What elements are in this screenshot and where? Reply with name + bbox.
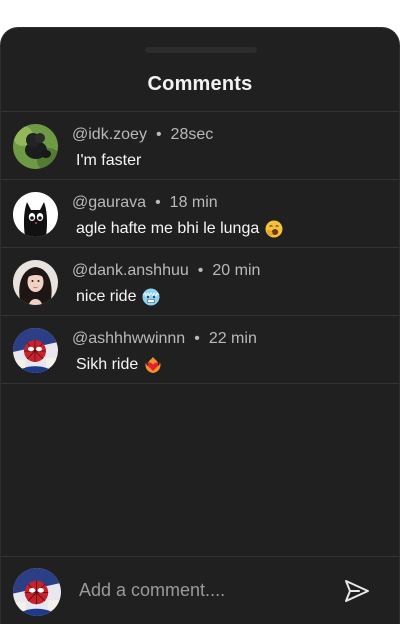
comment-text: Sikh ride (76, 356, 139, 373)
avatar[interactable] (13, 124, 58, 169)
comment-username[interactable]: @gaurava (72, 194, 146, 211)
send-button[interactable] (343, 577, 371, 605)
comment-username[interactable]: @ashhhwwinnn (72, 330, 185, 347)
send-icon (343, 577, 371, 605)
comment-composer (1, 556, 399, 624)
comment-time: 28sec (170, 126, 214, 143)
comment-meta: @dank.anshhuu • 20 min (72, 262, 260, 280)
comment-input[interactable] (79, 577, 319, 603)
comment-item: @idk.zoey • 28sec I'm faster (1, 112, 399, 180)
comment-meta: @idk.zoey • 28sec (72, 126, 213, 144)
avatar[interactable] (13, 328, 58, 373)
comment-text-row: nice ride (76, 288, 160, 306)
heart-on-fire-icon (144, 356, 162, 374)
comment-time: 22 min (208, 330, 257, 347)
comment-text-row: agle hafte me bhi le lunga (76, 220, 283, 238)
comment-username[interactable]: @dank.anshhuu (72, 262, 189, 279)
separator-dot: • (155, 194, 161, 211)
comment-item: @dank.anshhuu • 20 min nice ride (1, 248, 399, 316)
comment-time: 20 min (212, 262, 261, 279)
separator-dot: • (194, 330, 200, 347)
avatar[interactable] (13, 260, 58, 305)
comment-text: agle hafte me bhi le lunga (76, 220, 260, 237)
current-user-avatar[interactable] (13, 568, 61, 616)
page-title: Comments (147, 73, 253, 95)
comments-sheet: Comments @idk.zoey • 28sec I'm faster @g… (0, 27, 400, 624)
comment-text-row: Sikh ride (76, 356, 162, 374)
comment-time: 18 min (169, 194, 218, 211)
avatar[interactable] (13, 192, 58, 237)
comment-item: @ashhhwwinnn • 22 min Sikh ride (1, 316, 399, 384)
cold-face-icon (142, 288, 160, 306)
comment-item: @gaurava • 18 min agle hafte me bhi le lun… (1, 180, 399, 248)
comment-text-row: I'm faster (76, 152, 141, 170)
drag-handle[interactable] (145, 47, 257, 53)
comment-username[interactable]: @idk.zoey (72, 126, 147, 143)
comment-meta: @gaurava • 18 min (72, 194, 218, 212)
comment-divider (1, 383, 399, 384)
comment-meta: @ashhhwwinnn • 22 min (72, 330, 257, 348)
separator-dot: • (197, 262, 204, 279)
yawning-face-icon (265, 220, 283, 238)
comment-text: I'm faster (76, 152, 142, 169)
separator-dot: • (155, 126, 162, 143)
comment-text: nice ride (76, 288, 137, 305)
